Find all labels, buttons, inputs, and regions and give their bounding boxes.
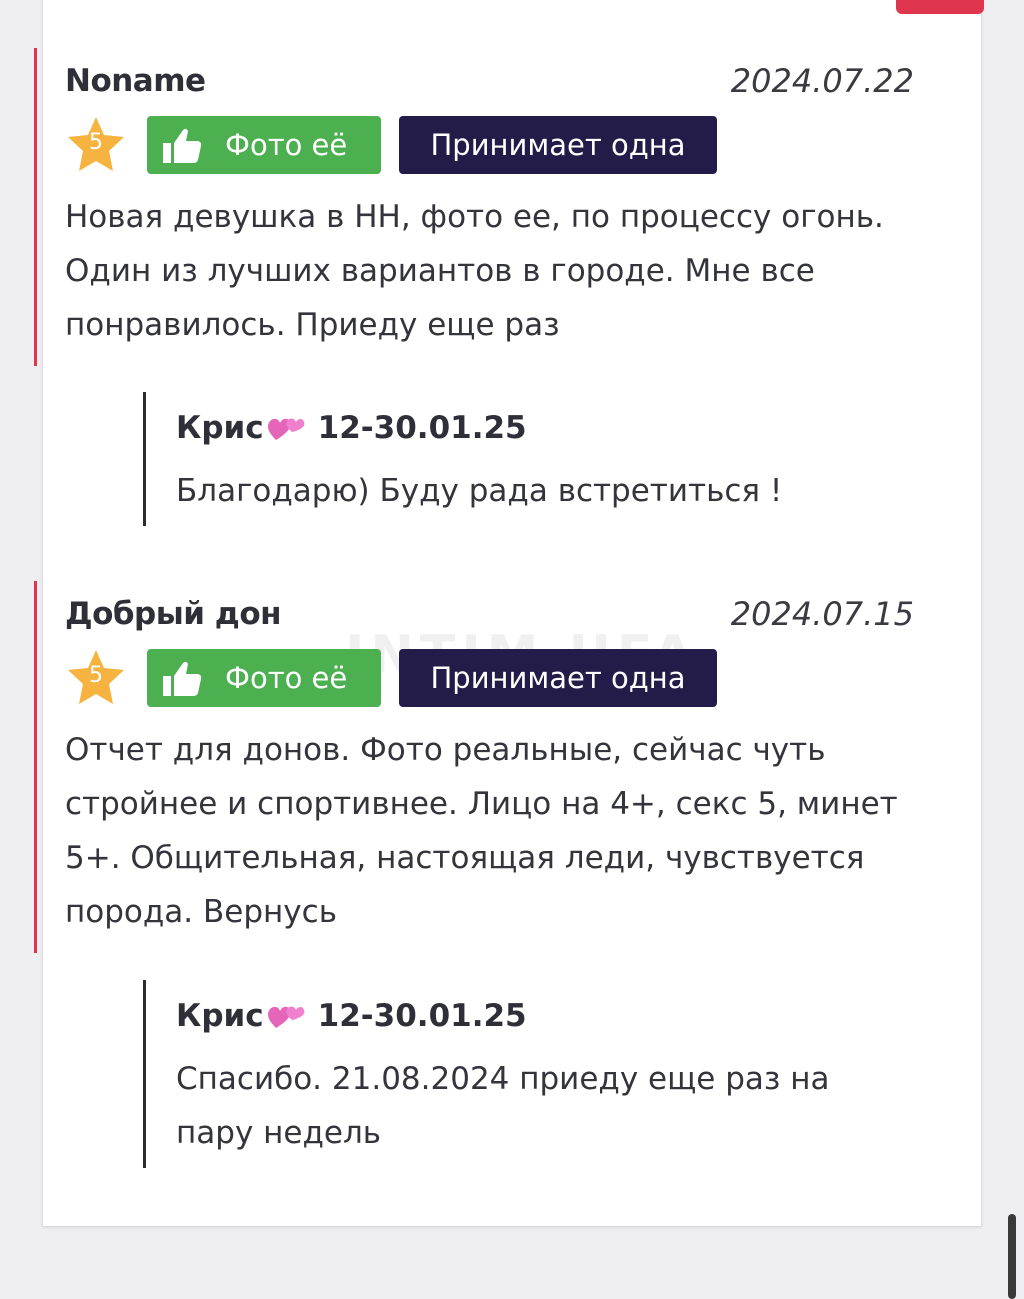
review-date: 2024.07.22	[730, 62, 914, 100]
reply-header: Крис 12-30.01.25	[176, 392, 903, 464]
review-item: Noname 2024.07.22 5 Фото её Принимает од…	[34, 48, 914, 366]
reply-text: Благодарю) Буду рада встретиться !	[176, 473, 783, 509]
review-reply: Крис 12-30.01.25 Благодарю) Буду рада вс…	[143, 392, 903, 526]
review-badges: 5 Фото её Принимает одна	[65, 114, 914, 176]
reply-text: Спасибо. 21.08.2024 приеду еще раз на па…	[176, 1061, 830, 1151]
reply-author: Крис	[176, 410, 264, 446]
two-hearts-icon	[267, 418, 305, 440]
rating-star: 5	[65, 114, 127, 176]
review-reply: Крис 12-30.01.25 Спасибо. 21.08.2024 при…	[143, 980, 903, 1168]
photo-badge-label: Фото её	[225, 128, 348, 162]
review-badges: 5 Фото её Принимает одна	[65, 647, 914, 709]
review-author: Добрый дон	[65, 596, 282, 632]
thumbs-up-icon	[163, 661, 202, 696]
review-author: Noname	[65, 63, 206, 99]
reply-period: 12-30.01.25	[317, 410, 527, 446]
scrollbar[interactable]	[1008, 1214, 1016, 1299]
reply-header: Крис 12-30.01.25	[176, 980, 903, 1052]
two-hearts-icon	[267, 1006, 305, 1028]
accepts-alone-badge: Принимает одна	[399, 649, 717, 707]
top-tab-button[interactable]	[896, 0, 984, 14]
reply-period: 12-30.01.25	[317, 998, 527, 1034]
accepts-alone-badge: Принимает одна	[399, 116, 717, 174]
photo-verified-badge: Фото её	[147, 649, 381, 707]
rating-value: 5	[89, 130, 103, 155]
rating-star: 5	[65, 647, 127, 709]
review-header: Добрый дон 2024.07.15	[65, 581, 914, 647]
rating-value: 5	[89, 663, 103, 688]
accepts-badge-label: Принимает одна	[430, 128, 686, 162]
review-header: Noname 2024.07.22	[65, 48, 914, 114]
review-text: Новая девушка в НН, фото ее, по процессу…	[65, 199, 884, 343]
reply-author: Крис	[176, 998, 264, 1034]
review-date: 2024.07.15	[730, 595, 914, 633]
review-text: Отчет для донов. Фото реальные, сейчас ч…	[65, 732, 898, 930]
photo-badge-label: Фото её	[225, 661, 348, 695]
photo-verified-badge: Фото её	[147, 116, 381, 174]
thumbs-up-icon	[163, 128, 202, 163]
review-item: Добрый дон 2024.07.15 5 Фото её Принимае…	[34, 581, 914, 953]
accepts-badge-label: Принимает одна	[430, 661, 686, 695]
